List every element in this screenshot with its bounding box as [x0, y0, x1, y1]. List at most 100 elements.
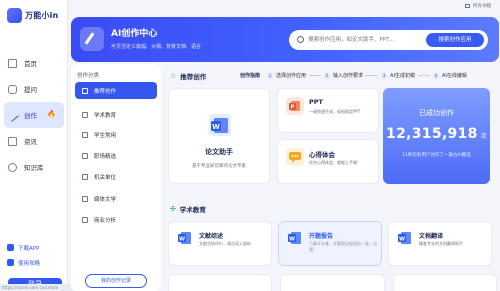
sparkle-icon: ✣ — [170, 205, 176, 213]
book-icon — [7, 259, 14, 266]
section-title: 学术教育 — [179, 206, 206, 214]
category-label: 商业分析 — [94, 217, 117, 224]
category-label: 媒体文学 — [94, 196, 117, 203]
svg-text:W: W — [212, 123, 220, 131]
card-desc: 一键快速生成，轻松搞定PPT — [309, 109, 361, 114]
sidebar-item-ask[interactable]: 提问 — [0, 76, 68, 102]
briefcase-icon — [82, 152, 88, 159]
logo-mark-icon — [7, 8, 22, 23]
category-workplace[interactable]: 职场精选 — [75, 147, 157, 164]
card-desc: 基于专业知识库的论文专家 — [192, 164, 246, 169]
chat-bubble-icon — [286, 148, 304, 166]
step-number: 3 — [381, 72, 388, 79]
sidebar-item-create[interactable]: 创作 🔥 — [4, 102, 64, 128]
section-title: 推荐创作 — [180, 73, 207, 81]
sidebar-item-knowledge[interactable]: 知识库 — [0, 154, 68, 180]
reflection-card[interactable]: 心得体会 任何心得体会，都能上手做! — [277, 139, 379, 184]
guide-step: AI生成初稿 — [390, 73, 415, 79]
ppt-card[interactable]: P PPT 一键快速生成，轻松搞定PPT — [277, 88, 379, 133]
category-student[interactable]: 学生常用 — [75, 126, 157, 143]
category-media[interactable]: 媒体文学 — [75, 190, 157, 207]
search-input[interactable] — [308, 34, 428, 46]
search-icon — [297, 36, 304, 43]
category-title: 创作分类 — [77, 73, 100, 79]
guide-label: 使用攻略 — [18, 260, 41, 267]
cap-icon — [82, 111, 88, 118]
thesis-assistant-card[interactable]: W 论文助手 基于专业知识库的论文专家 — [168, 88, 270, 184]
category-label: 推荐创作 — [94, 88, 117, 95]
my-records-button[interactable]: 我的创作记录 — [85, 274, 147, 288]
step-number: 2 — [324, 72, 331, 79]
search-button[interactable]: 搜索创作应用 — [426, 33, 484, 47]
creation-guide: 创作指南 1 选择创作应用 2 输入创作要求 3 AI生成初稿 4 AI在线编辑 — [240, 72, 467, 79]
category-business[interactable]: 商业分析 — [75, 211, 157, 228]
literature-review-card[interactable]: W 文献综述 文献总结评价，观点深入剖析 — [168, 221, 272, 266]
sidebar-item-home[interactable]: 首页 — [0, 50, 68, 76]
sidebar-item-label: 知识库 — [24, 164, 44, 172]
student-icon — [82, 131, 88, 138]
search-box: 搜索创作应用 — [289, 30, 488, 50]
pen-icon — [80, 27, 104, 51]
download-app-link[interactable]: 下载APP — [7, 240, 65, 255]
sidebar-nav: 首页 提问 创作 🔥 资讯 知识库 — [0, 50, 68, 180]
card-desc: 任何心得体会，都能上手做! — [309, 160, 359, 165]
all-books-link[interactable]: 所有书籍 — [465, 3, 491, 9]
word-icon: W — [288, 232, 301, 244]
guide-step: AI在线编辑 — [441, 73, 467, 79]
sidebar-item-label: 创作 — [24, 112, 37, 120]
proposal-report-card[interactable]: W 开题报告 万事开头难，开题报告轻轻松一身，点我! — [278, 221, 382, 266]
category-label: 学生常用 — [94, 132, 117, 139]
ppt-icon: P — [286, 97, 304, 115]
partial-card[interactable] — [168, 274, 273, 291]
card-title: 心得体会 — [309, 151, 335, 159]
card-desc: 精准专业的文档翻译助手 — [419, 241, 463, 246]
stats-unit: 次 — [480, 133, 487, 140]
category-government[interactable]: 机关单位 — [75, 168, 157, 185]
banner-subtitle: 可灵活定义篇幅、大纲、背景文档、语言 — [111, 44, 202, 50]
word-icon: W — [209, 114, 231, 136]
main-content: ☆ 推荐创作 创作指南 1 选择创作应用 2 输入创作要求 3 AI生成初稿 4… — [161, 64, 500, 291]
card-title: 文献综述 — [199, 233, 224, 240]
partial-card[interactable] — [392, 274, 497, 291]
card-desc: 文献总结评价，观点深入剖析 — [199, 241, 251, 246]
step-divider — [309, 75, 322, 76]
pen-icon — [6, 108, 19, 122]
sidebar: 万能小in 首页 提问 创作 🔥 资讯 知识库 下载APP 使用攻略 — [0, 0, 68, 291]
step-divider — [366, 75, 379, 76]
stats-label: 已成功创作 — [419, 109, 454, 117]
stats-card: 已成功创作 12,315,918 次 11秒前有用户创作了一篇古AI圈选 — [383, 88, 490, 184]
word-icon: W — [398, 232, 411, 244]
guide-title: 创作指南 — [240, 73, 261, 79]
guide-link[interactable]: 使用攻略 — [7, 255, 65, 270]
star-icon: ☆ — [170, 72, 177, 80]
category-label: 学术教育 — [94, 112, 117, 119]
document-translation-card[interactable]: W 文档翻译 精准专业的文档翻译助手 — [388, 221, 492, 266]
stats-number: 12,315,918 — [386, 126, 478, 142]
side-links: 下载APP 使用攻略 — [7, 240, 65, 270]
globe-icon — [8, 162, 17, 172]
stats-desc: 11秒前有用户创作了一篇古AI圈选 — [402, 153, 471, 158]
banner: AI创作中心 可灵活定义篇幅、大纲、背景文档、语言 搜索创作应用 — [71, 17, 499, 62]
chat-icon — [8, 84, 17, 94]
app-logo[interactable]: 万能小in — [7, 8, 58, 23]
sidebar-item-label: 首页 — [24, 60, 37, 68]
fire-icon: 🔥 — [47, 110, 56, 118]
card-title: 文档翻译 — [419, 233, 444, 240]
guide-step: 选择创作应用 — [276, 73, 307, 79]
category-recommended[interactable]: 推荐创作 — [75, 82, 157, 99]
sidebar-item-news[interactable]: 资讯 — [0, 128, 68, 154]
building-icon — [82, 173, 88, 180]
category-label: 机关单位 — [94, 174, 117, 181]
next-row-cards — [168, 274, 497, 291]
svg-text:W: W — [179, 237, 185, 243]
book-icon — [465, 4, 470, 8]
card-title: 论文助手 — [205, 148, 233, 156]
app-name: 万能小in — [25, 11, 59, 20]
category-panel: 创作分类 推荐创作 学术教育 学生常用 职场精选 机关单位 媒体文学 商业分析 … — [71, 64, 161, 291]
stats-value: 12,315,918 次 — [383, 126, 490, 142]
category-academic[interactable]: 学术教育 — [75, 106, 157, 123]
card-title: 开题报告 — [309, 233, 334, 240]
guide-step: 输入创作要求 — [333, 73, 364, 79]
partial-card[interactable] — [280, 274, 385, 291]
media-icon — [82, 195, 88, 202]
